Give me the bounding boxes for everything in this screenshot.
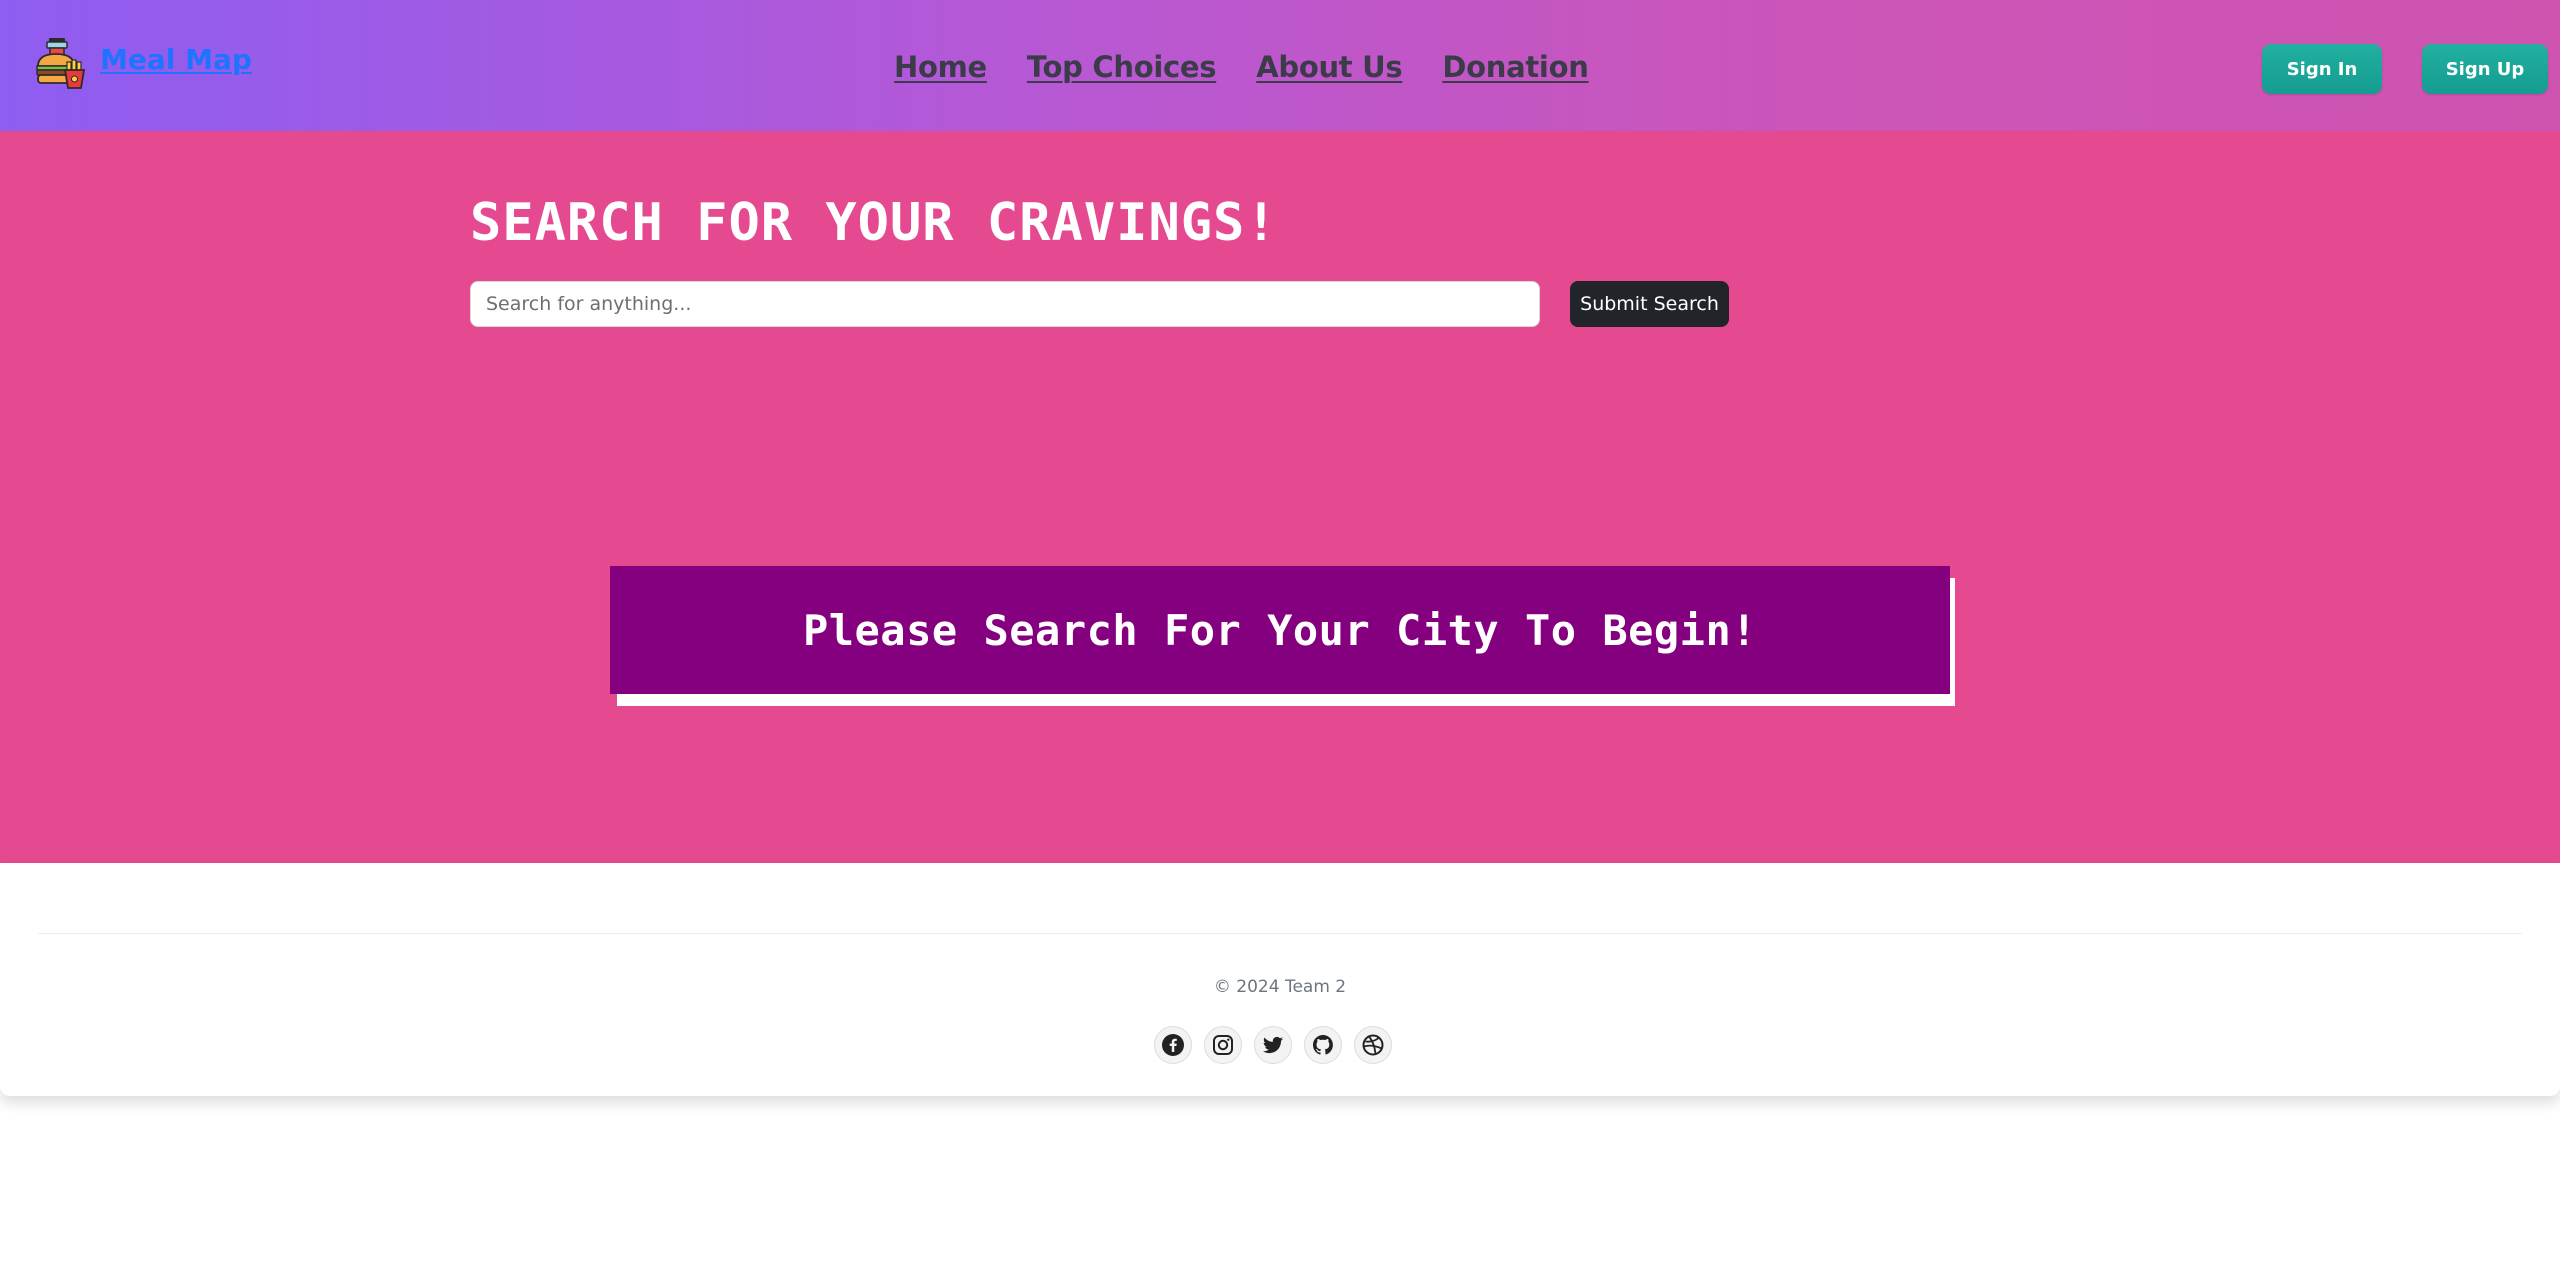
footer: © 2024 Team 2 — [0, 863, 2560, 1096]
github-icon — [1313, 1035, 1333, 1055]
github-link[interactable] — [1304, 1026, 1342, 1064]
facebook-icon — [1162, 1034, 1184, 1056]
banner-message: Please Search For Your City To Begin! — [802, 605, 1758, 655]
footer-divider — [38, 933, 2522, 934]
facebook-link[interactable] — [1154, 1026, 1192, 1064]
meal-logo-icon — [36, 38, 86, 89]
instagram-icon — [1213, 1035, 1233, 1055]
info-banner: Please Search For Your City To Begin! — [610, 566, 1950, 694]
top-navbar: Meal Map Home Top Choices About Us Donat… — [0, 0, 2560, 131]
search-section: SEARCH FOR YOUR CRAVINGS! Submit Search … — [0, 131, 2560, 863]
nav-donation[interactable]: Donation — [1442, 50, 1588, 84]
search-heading: SEARCH FOR YOUR CRAVINGS! — [470, 193, 1278, 253]
nav-about-us[interactable]: About Us — [1256, 50, 1402, 84]
twitter-link[interactable] — [1254, 1026, 1292, 1064]
nav-top-choices[interactable]: Top Choices — [1027, 50, 1217, 84]
instagram-link[interactable] — [1204, 1026, 1242, 1064]
copyright-text: © 2024 Team 2 — [1213, 977, 1347, 997]
sign-up-button[interactable]: Sign Up — [2422, 44, 2548, 94]
submit-search-button[interactable]: Submit Search — [1570, 281, 1729, 327]
dribbble-link[interactable] — [1354, 1026, 1392, 1064]
twitter-icon — [1263, 1036, 1283, 1054]
social-links — [1154, 1026, 1392, 1064]
sign-in-button[interactable]: Sign In — [2262, 44, 2382, 94]
nav-home[interactable]: Home — [894, 50, 987, 84]
page: Meal Map Home Top Choices About Us Donat… — [0, 0, 2560, 1266]
brand-link[interactable]: Meal Map — [34, 36, 252, 90]
brand-name[interactable]: Meal Map — [100, 43, 252, 76]
search-input[interactable] — [470, 281, 1540, 327]
dribbble-icon — [1362, 1034, 1384, 1056]
main-nav: Home Top Choices About Us Donation — [894, 50, 1589, 84]
